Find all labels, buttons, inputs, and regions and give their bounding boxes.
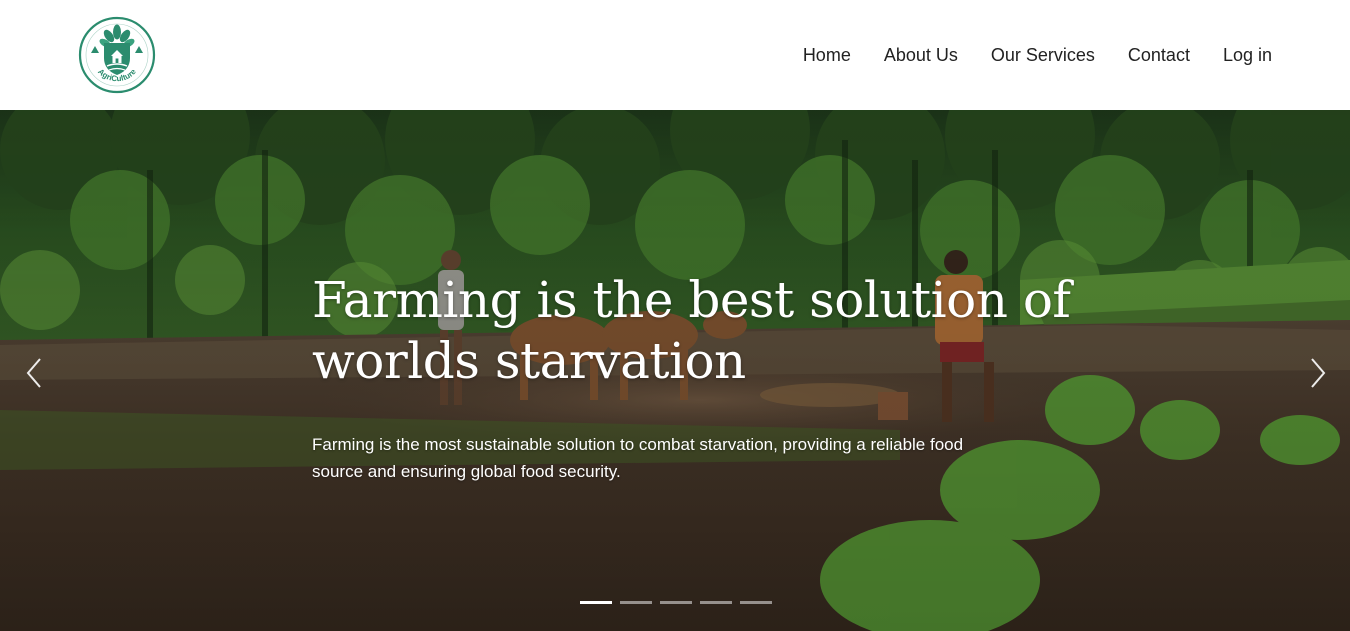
carousel-prev-button[interactable]: [20, 355, 50, 391]
carousel-indicator-4[interactable]: [700, 601, 732, 604]
carousel-indicator-2[interactable]: [620, 601, 652, 604]
nav-our-services-link[interactable]: Our Services: [991, 45, 1095, 66]
carousel-indicator-1[interactable]: [580, 601, 612, 604]
hero-title: Farming is the best solution of worlds s…: [312, 271, 1071, 390]
agriculture-logo[interactable]: AgriCulture: [78, 16, 156, 94]
nav-home-link[interactable]: Home: [803, 45, 851, 66]
carousel-indicators: [580, 601, 780, 604]
chevron-right-icon: [1311, 358, 1326, 388]
chevron-left-icon: [26, 358, 41, 388]
carousel-next-button[interactable]: [1302, 355, 1332, 391]
hero-description: Farming is the most sustainable solution…: [312, 435, 964, 481]
main-nav: Home About Us Our Services Contact Log i…: [770, 0, 1272, 110]
nav-log-in-link[interactable]: Log in: [1223, 45, 1272, 66]
site-header: AgriCulture Home About Us Our Services C…: [0, 0, 1350, 110]
carousel-indicator-3[interactable]: [660, 601, 692, 604]
nav-contact-link[interactable]: Contact: [1128, 45, 1190, 66]
hero-carousel: Farming is the best solution of worlds s…: [0, 110, 1350, 631]
nav-about-us-link[interactable]: About Us: [884, 45, 958, 66]
logo-emblem-icon: AgriCulture: [78, 16, 156, 94]
carousel-indicator-5[interactable]: [740, 601, 772, 604]
